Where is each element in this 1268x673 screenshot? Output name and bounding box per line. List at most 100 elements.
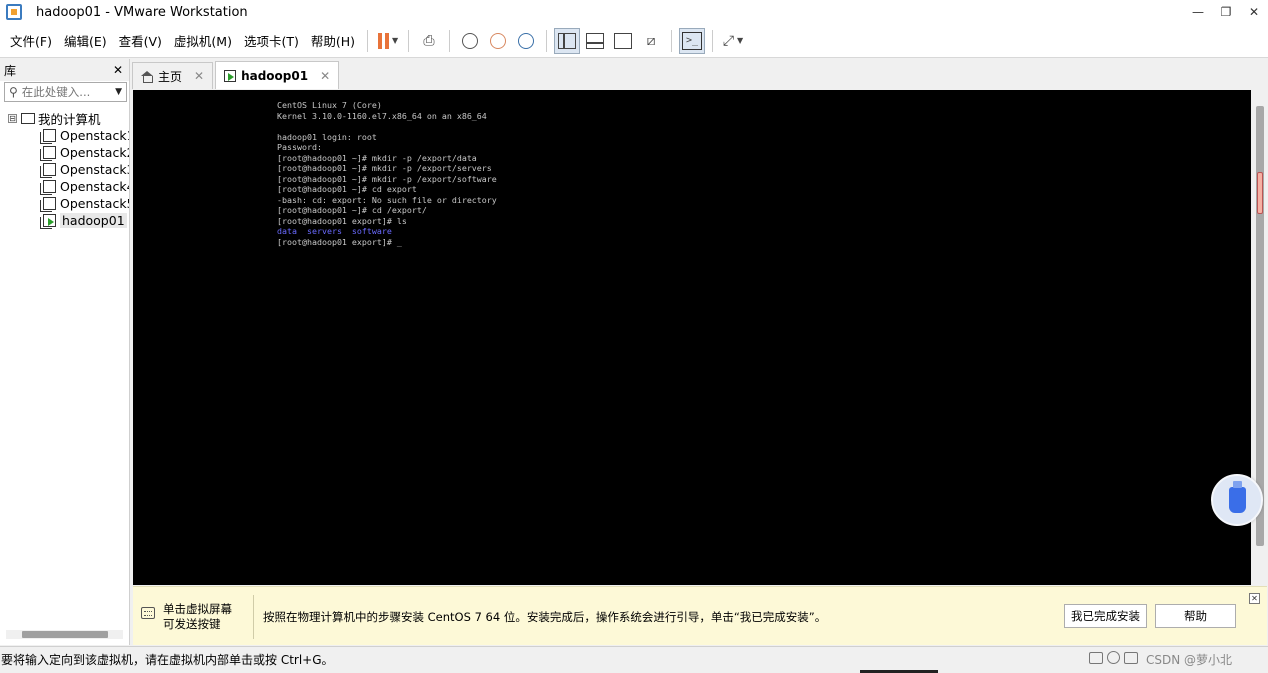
cd-dvd-icon[interactable] [1107, 651, 1120, 664]
menu-tabs[interactable]: 选项卡(T) [238, 31, 305, 50]
revert-snapshot-button[interactable] [485, 28, 511, 54]
tab-hadoop01[interactable]: hadoop01 ✕ [215, 61, 340, 89]
scroll-position-marker [1257, 172, 1263, 214]
show-thumbnail-bar-button[interactable] [582, 28, 608, 54]
menu-edit[interactable]: 编辑(E) [58, 31, 113, 50]
home-icon [141, 70, 153, 83]
suspend-button[interactable]: ▼ [375, 28, 401, 54]
minimize-button[interactable]: — [1184, 0, 1212, 24]
tree-item-label: Openstack3 [60, 162, 129, 177]
toolbar-separator [671, 29, 673, 52]
send-ctrl-alt-del-button[interactable]: ⎙ [416, 28, 442, 54]
toolbar-separator [712, 29, 714, 52]
hint-click-screen: 单击虚拟屏幕 可发送按键 [163, 602, 232, 632]
terminal-line: [root@hadoop01 ~]# mkdir -p /export/serv… [277, 163, 492, 173]
unity-button[interactable]: ⧄ [638, 28, 664, 54]
terminal-line: Kernel 3.10.0-1160.el7.x86_64 on an x86_… [277, 110, 487, 121]
pause-icon [377, 32, 389, 49]
library-panel-icon [558, 32, 577, 49]
tree-item-openstack5[interactable]: Openstack5 [0, 195, 129, 212]
keyboard-icon [141, 607, 155, 619]
menu-file[interactable]: 文件(F) [4, 31, 58, 50]
snapshot-manager-icon [518, 32, 535, 49]
hint-left-line: 单击虚拟屏幕 [163, 602, 232, 616]
vm-icon [40, 129, 56, 144]
terminal-line: [root@hadoop01 export]# ls [277, 215, 407, 226]
help-button[interactable]: 帮助 [1155, 604, 1236, 628]
vm-running-icon [224, 69, 237, 82]
vm-tree: ⊟ 我的计算机 Openstack1 Openstack2 Openstack3… [0, 110, 129, 229]
terminal-line: [root@hadoop01 ~]# cd export [277, 184, 417, 194]
library-horizontal-scrollbar[interactable] [6, 630, 123, 639]
vm-running-icon [40, 214, 56, 229]
terminal-line: -bash: cd: export: No such file or direc… [277, 194, 497, 205]
tree-item-label: Openstack4 [60, 179, 129, 194]
chevron-down-icon: ▼ [737, 36, 744, 45]
revert-snapshot-icon [490, 32, 507, 49]
menu-help[interactable]: 帮助(H) [305, 31, 361, 50]
console-icon: >_ [682, 31, 703, 50]
collapse-icon[interactable]: ⊟ [8, 114, 17, 123]
snapshot-manager-button[interactable] [513, 28, 539, 54]
hint-divider [253, 595, 254, 639]
terminal-line: CentOS Linux 7 (Core) [277, 100, 382, 110]
hint-left-line: 可发送按键 [163, 617, 221, 631]
stretch-guest-button[interactable]: ⤢ ▼ [720, 28, 746, 54]
installation-complete-button[interactable]: 我已完成安装 [1064, 604, 1147, 628]
tree-item-openstack4[interactable]: Openstack4 [0, 178, 129, 195]
vm-icon [40, 180, 56, 195]
scrollbar-thumb[interactable] [22, 631, 108, 638]
snapshot-button[interactable] [457, 28, 483, 54]
unity-icon: ⧄ [646, 32, 656, 49]
hard-disk-icon[interactable] [1089, 651, 1103, 664]
full-screen-icon [614, 32, 633, 49]
status-message: 要将输入定向到该虚拟机，请在虚拟机内部单击或按 Ctrl+G。 [1, 653, 334, 667]
usb-device-button[interactable] [1211, 474, 1263, 526]
tree-item-openstack3[interactable]: Openstack3 [0, 161, 129, 178]
tree-item-hadoop01[interactable]: hadoop01 [0, 212, 129, 229]
hint-close-icon[interactable]: ✕ [1249, 593, 1260, 604]
computer-icon [21, 113, 35, 124]
vm-icon [40, 146, 56, 161]
tab-close-icon[interactable]: ✕ [194, 69, 204, 83]
device-status-icons [1089, 651, 1138, 664]
console-view-button[interactable]: >_ [679, 27, 706, 54]
usb-drive-icon [1228, 481, 1246, 513]
window-title: hadoop01 - VMware Workstation [36, 4, 248, 20]
toolbar-separator [546, 29, 548, 52]
tab-label: 主页 [158, 69, 183, 84]
tab-close-icon[interactable]: ✕ [320, 69, 330, 83]
menu-vm[interactable]: 虚拟机(M) [168, 31, 238, 50]
library-close-icon[interactable]: ✕ [113, 63, 123, 77]
tree-root-label: 我的计算机 [38, 112, 101, 127]
show-library-button[interactable] [554, 27, 581, 54]
watermark: CSDN @萝小北 [1146, 653, 1233, 667]
full-screen-button[interactable] [610, 28, 636, 54]
library-search-input[interactable] [21, 85, 106, 99]
library-panel: 库 ✕ ⚲ ▼ ⊟ 我的计算机 Openstack1 Openstack2 Op… [0, 59, 130, 645]
chevron-down-icon[interactable]: ▼ [115, 87, 122, 97]
status-bar: 要将输入定向到该虚拟机，请在虚拟机内部单击或按 Ctrl+G。 CSDN @萝小… [0, 646, 1268, 673]
chevron-down-icon: ▼ [391, 36, 399, 45]
toolbar-separator [449, 29, 451, 52]
menu-bar: 文件(F) 编辑(E) 查看(V) 虚拟机(M) 选项卡(T) 帮助(H) ▼ … [0, 24, 1268, 58]
tree-item-openstack2[interactable]: Openstack2 [0, 144, 129, 161]
terminal-line: [root@hadoop01 ~]# mkdir -p /export/data [277, 152, 477, 163]
tree-item-openstack1[interactable]: Openstack1 [0, 127, 129, 144]
install-hint-bar: 单击虚拟屏幕 可发送按键 按照在物理计算机中的步骤安装 CentOS 7 64 … [133, 586, 1267, 645]
terminal-prompt: [root@hadoop01 export]# _ [277, 236, 402, 247]
vm-console-screen[interactable]: CentOS Linux 7 (Core) Kernel 3.10.0-1160.… [133, 90, 1251, 585]
tab-home[interactable]: 主页 ✕ [132, 62, 214, 89]
tab-strip: 主页 ✕ hadoop01 ✕ [132, 61, 341, 89]
close-button[interactable]: ✕ [1240, 0, 1268, 24]
toolbar-separator [367, 29, 369, 52]
network-adapter-icon[interactable] [1124, 651, 1138, 664]
restore-button[interactable]: ❐ [1212, 0, 1240, 24]
vm-icon [40, 163, 56, 178]
library-title: 库 [4, 63, 17, 78]
terminal-ls-output: data servers software [277, 226, 392, 236]
terminal-line: [root@hadoop01 ~]# mkdir -p /export/soft… [277, 173, 497, 184]
terminal-line: ​ [277, 121, 497, 132]
tree-root-my-computer[interactable]: ⊟ 我的计算机 [0, 110, 129, 127]
menu-view[interactable]: 查看(V) [113, 31, 168, 50]
